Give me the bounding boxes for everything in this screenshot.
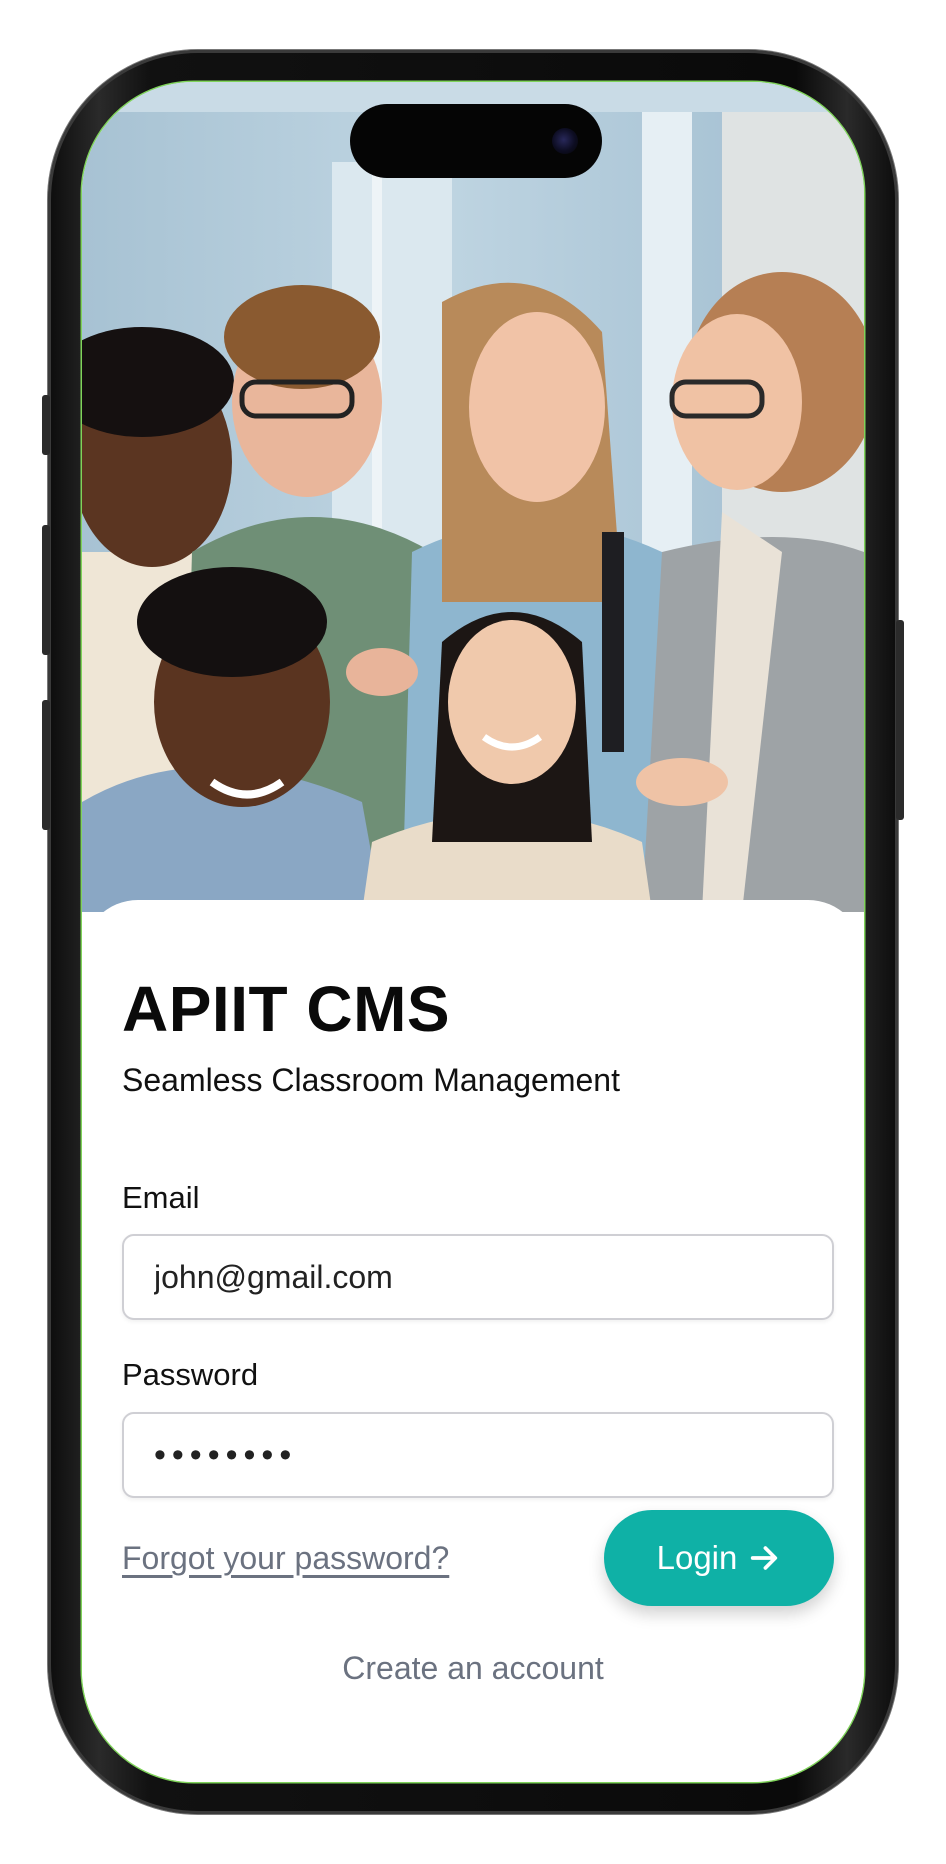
volume-down-button xyxy=(42,700,50,830)
email-field[interactable] xyxy=(122,1234,834,1320)
create-account-link[interactable]: Create an account xyxy=(82,1650,864,1687)
forgot-password-link[interactable]: Forgot your password? xyxy=(122,1540,449,1577)
arrow-right-icon xyxy=(751,1546,778,1570)
hero-photo xyxy=(82,82,864,912)
app-screen: APIIT CMS Seamless Classroom Management … xyxy=(82,82,864,1782)
password-field[interactable] xyxy=(122,1412,834,1498)
app-title: APIIT CMS xyxy=(122,973,451,1045)
volume-up-button xyxy=(42,525,50,655)
login-button[interactable]: Login xyxy=(604,1510,834,1606)
login-card: APIIT CMS Seamless Classroom Management … xyxy=(82,900,864,1782)
front-camera-icon xyxy=(552,128,578,154)
app-subtitle: Seamless Classroom Management xyxy=(122,1062,620,1098)
dynamic-island xyxy=(350,104,602,178)
email-label: Email xyxy=(122,1180,200,1215)
password-label: Password xyxy=(122,1357,259,1392)
action-button xyxy=(42,395,50,455)
power-button xyxy=(896,620,904,820)
login-button-label: Login xyxy=(656,1539,738,1576)
